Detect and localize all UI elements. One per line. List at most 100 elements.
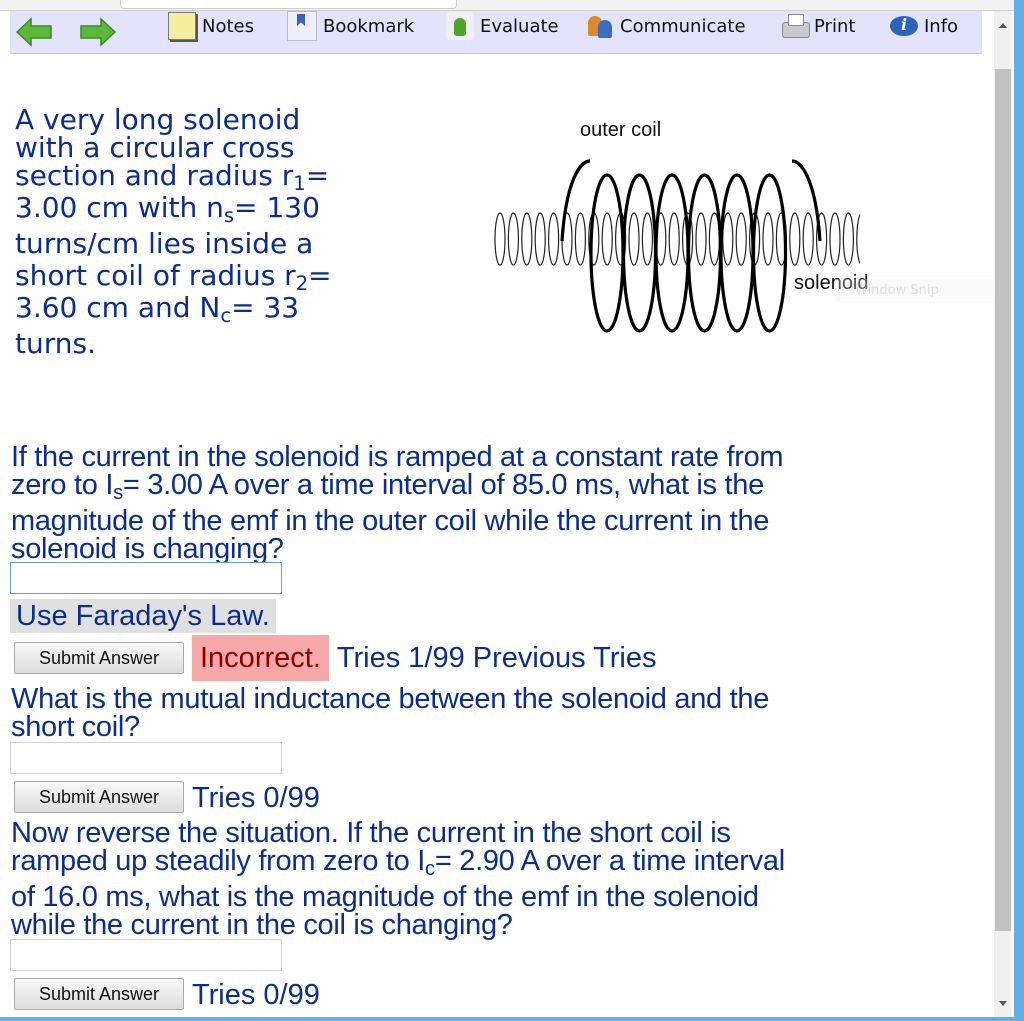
solenoid-loop [802, 212, 814, 266]
question-1-submit-button[interactable]: Submit Answer [14, 642, 184, 674]
question-text: = 3.00 A over a time interval of 85.0 ms… [122, 469, 764, 501]
toolbar-evaluate-label: Evaluate [480, 15, 559, 37]
problem-text: = 33 [231, 291, 300, 324]
previous-tries-link[interactable]: Previous Tries [473, 642, 657, 675]
problem-line: 3.60 cm and Nc= 33 [15, 290, 355, 326]
question-text: short coil? [11, 711, 140, 743]
question-1-answer-input[interactable] [10, 562, 282, 594]
problem-line: section and radius r1= [15, 159, 355, 194]
bookmark-icon [287, 11, 317, 41]
question-line: Now reverse the situation. If the curren… [11, 819, 971, 848]
solenoid-loop [521, 212, 533, 266]
question-line: ramped up steadily from zero to Ic= 2.90… [11, 847, 971, 880]
solenoid-loop [641, 212, 653, 266]
info-bubble-icon [890, 12, 918, 40]
question-1-text: If the current in the solenoid is ramped… [11, 443, 971, 565]
solenoid-loop [534, 212, 546, 266]
scroll-thumb[interactable] [995, 69, 1011, 931]
toolbar-bookmark[interactable]: Bookmark [287, 11, 414, 41]
window-border [1014, 0, 1024, 1021]
question-line: What is the mutual inductance between th… [11, 685, 971, 714]
toolbar-print-label: Print [814, 15, 856, 37]
subscript: s [113, 482, 123, 505]
question-3-submit-button[interactable]: Submit Answer [14, 978, 184, 1010]
question-3-text: Now reverse the situation. If the curren… [11, 819, 971, 941]
scroll-down-arrow-icon[interactable] [994, 993, 1012, 1017]
question-line: while the current in the coil is changin… [11, 909, 971, 941]
toolbar-communicate[interactable]: Communicate [586, 11, 746, 41]
toolbar-evaluate[interactable]: Evaluate [446, 11, 559, 41]
question-line: of 16.0 ms, what is the magnitude of the… [11, 883, 971, 912]
question-3-answer-input[interactable] [10, 939, 282, 971]
people-icon [586, 12, 614, 40]
question-1-hint: Use Faraday's Law. [10, 599, 276, 633]
back-arrow-icon[interactable] [15, 17, 55, 47]
tries-count: Tries 1/99 [336, 641, 465, 674]
question-2-answer-input[interactable] [10, 742, 282, 774]
scroll-up-arrow-icon[interactable] [994, 11, 1012, 35]
solenoid-loop [494, 212, 506, 266]
printer-icon [780, 12, 810, 40]
outer-coil-loop [589, 173, 625, 333]
problem-line: A very long solenoid [15, 106, 355, 134]
forward-arrow-icon[interactable] [77, 17, 117, 47]
question-text: while the current in the coil is changin… [11, 909, 513, 941]
problem-text: = [305, 159, 330, 192]
solenoid-loop [829, 212, 841, 266]
toolbar-notes[interactable]: Notes [168, 11, 254, 41]
solenoid-loop [601, 212, 613, 266]
question-line: solenoid is changing? [11, 533, 971, 565]
subscript: c [220, 303, 232, 327]
lon-capa-toolbar: Notes Bookmark Evaluate Communicate Prin… [10, 11, 982, 54]
toolbar-info[interactable]: Info [890, 11, 958, 41]
question-1-status: Incorrect. Tries 1/99 Previous Tries [192, 635, 657, 681]
question-text: solenoid is changing? [11, 533, 284, 565]
coil-drawing [494, 159, 868, 333]
problem-line: turns/cm lies inside a [15, 226, 355, 262]
problem-text: short coil of radius r [15, 259, 296, 292]
tries-count: Tries 0/99 [192, 781, 320, 814]
browser-chrome-strip [0, 0, 1024, 11]
solenoid-loop [856, 212, 868, 266]
solenoid-loop [547, 212, 560, 266]
solenoid-loop [722, 212, 734, 266]
window-border [0, 1017, 1024, 1021]
solenoid-loop [507, 212, 520, 266]
problem-line: turns. [15, 326, 355, 362]
thumbs-up-icon [446, 12, 474, 40]
problem-text: turns. [15, 327, 96, 360]
toolbar-bookmark-label: Bookmark [323, 15, 415, 37]
solenoid-loop [695, 212, 707, 266]
question-line: magnitude of the emf in the outer coil w… [11, 507, 971, 536]
subscript: c [425, 858, 435, 881]
solenoid-diagram: outer coil solenoid [480, 111, 869, 351]
outer-coil-loop [686, 173, 723, 333]
question-text: zero to I [11, 469, 114, 501]
address-bar[interactable] [120, 0, 457, 9]
solenoid-loop [789, 212, 801, 266]
question-line: If the current in the solenoid is ramped… [11, 443, 971, 472]
vertical-scrollbar[interactable] [994, 11, 1012, 1017]
problem-text: = 130 [234, 191, 320, 224]
question-2-submit-button[interactable]: Submit Answer [14, 781, 184, 813]
toolbar-print[interactable]: Print [780, 11, 855, 41]
notes-icon [168, 12, 196, 40]
tries-count: Tries 0/99 [192, 978, 320, 1011]
question-3-status: Tries 0/99 [192, 973, 328, 1017]
problem-line: 3.00 cm with ns= 130 [15, 190, 355, 226]
question-line: zero to Is= 3.00 A over a time interval … [11, 469, 971, 504]
solenoid-loop [762, 212, 774, 266]
toolbar-notes-label: Notes [202, 15, 254, 37]
problem-line: short coil of radius r2= [15, 259, 355, 294]
problem-line: with a circular cross [15, 134, 355, 162]
question-line: short coil? [11, 711, 971, 743]
toolbar-info-label: Info [924, 15, 959, 37]
outer-coil-label: outer coil [580, 119, 662, 141]
solenoid-loop [735, 212, 747, 266]
toolbar-communicate-label: Communicate [620, 15, 746, 37]
problem-text: 3.60 cm and N [15, 291, 221, 324]
incorrect-badge: Incorrect. [192, 635, 329, 681]
problem-text: turns/cm lies inside a [15, 227, 314, 260]
solenoid-loop [628, 212, 640, 266]
problem-text: section and radius r [15, 159, 294, 192]
